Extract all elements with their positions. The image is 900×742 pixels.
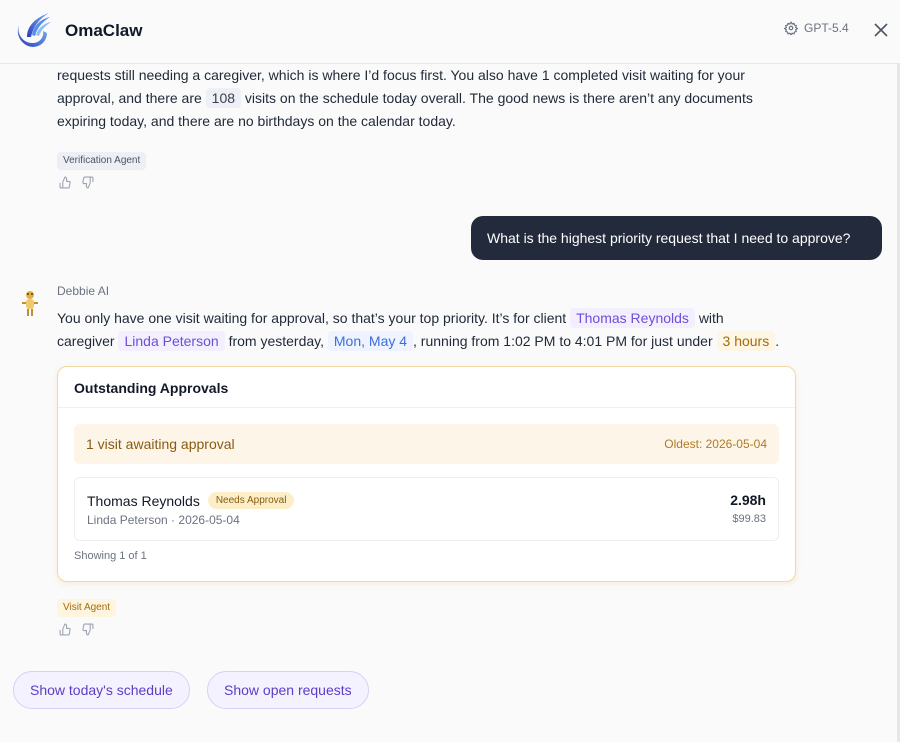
model-selector[interactable]: GPT-5.4	[784, 21, 849, 35]
close-icon[interactable]	[872, 21, 890, 39]
message-line: requests still needing a caregiver, whic…	[57, 67, 745, 83]
visit-hours: 2.98h	[730, 492, 766, 508]
client-chip[interactable]: Thomas Reynolds	[570, 308, 695, 328]
feedback-buttons	[59, 176, 95, 190]
approvals-banner: 1 visit awaiting approval Oldest: 2026-0…	[74, 424, 779, 464]
outstanding-approvals-card: Outstanding Approvals 1 visit awaiting a…	[57, 366, 796, 582]
thumbs-up-icon[interactable]	[59, 176, 73, 190]
message-line: approval, and there are 108 visits on th…	[57, 88, 753, 108]
header: OmaClaw GPT-5.4	[0, 0, 900, 64]
pagination-text: Showing 1 of 1	[74, 550, 147, 562]
oldest-date: Oldest: 2026-05-04	[664, 437, 767, 451]
caregiver-chip[interactable]: Linda Peterson	[118, 331, 225, 351]
awaiting-count: 1 visit awaiting approval	[86, 436, 235, 452]
visit-agent-tag: Visit Agent	[57, 599, 117, 617]
chat-area: requests still needing a caregiver, whic…	[0, 64, 897, 742]
suggestion-show-open-requests[interactable]: Show open requests	[207, 671, 369, 709]
app-title: OmaClaw	[65, 21, 143, 40]
card-title: Outstanding Approvals	[74, 380, 229, 396]
gear-icon	[784, 21, 798, 35]
feedback-buttons	[59, 623, 95, 637]
bot-name: Debbie AI	[57, 284, 110, 298]
message-line: You only have one visit waiting for appr…	[57, 308, 724, 328]
user-message-bubble: What is the highest priority request tha…	[471, 216, 882, 260]
debbie-ai-avatar-icon	[22, 291, 38, 316]
thumbs-up-icon[interactable]	[59, 623, 73, 637]
caregiver-date: Linda Peterson · 2026-05-04	[87, 513, 240, 527]
assistant-message: You only have one visit waiting for appr…	[57, 307, 797, 353]
date-chip: Mon, May 4	[327, 331, 414, 351]
verification-agent-tag: Verification Agent	[57, 152, 147, 170]
thumbs-down-icon[interactable]	[81, 176, 95, 190]
visits-count-chip: 108	[205, 88, 242, 108]
thumbs-down-icon[interactable]	[81, 623, 95, 637]
approval-row[interactable]: Thomas Reynolds Needs Approval Linda Pet…	[74, 477, 779, 541]
suggestion-show-schedule[interactable]: Show today's schedule	[13, 671, 190, 709]
message-line: caregiver Linda Peterson from yesterday,…	[57, 331, 780, 351]
divider	[58, 407, 795, 408]
model-label: GPT-5.4	[804, 21, 849, 35]
client-name: Thomas Reynolds	[87, 492, 200, 509]
status-badge: Needs Approval	[207, 492, 295, 509]
visit-amount: $99.83	[732, 513, 766, 525]
assistant-message-previous: requests still needing a caregiver, whic…	[57, 64, 797, 133]
duration-chip: 3 hours	[716, 331, 776, 351]
omaclaw-logo-icon	[17, 13, 51, 47]
message-line: expiring today, and there are no birthda…	[57, 113, 456, 129]
